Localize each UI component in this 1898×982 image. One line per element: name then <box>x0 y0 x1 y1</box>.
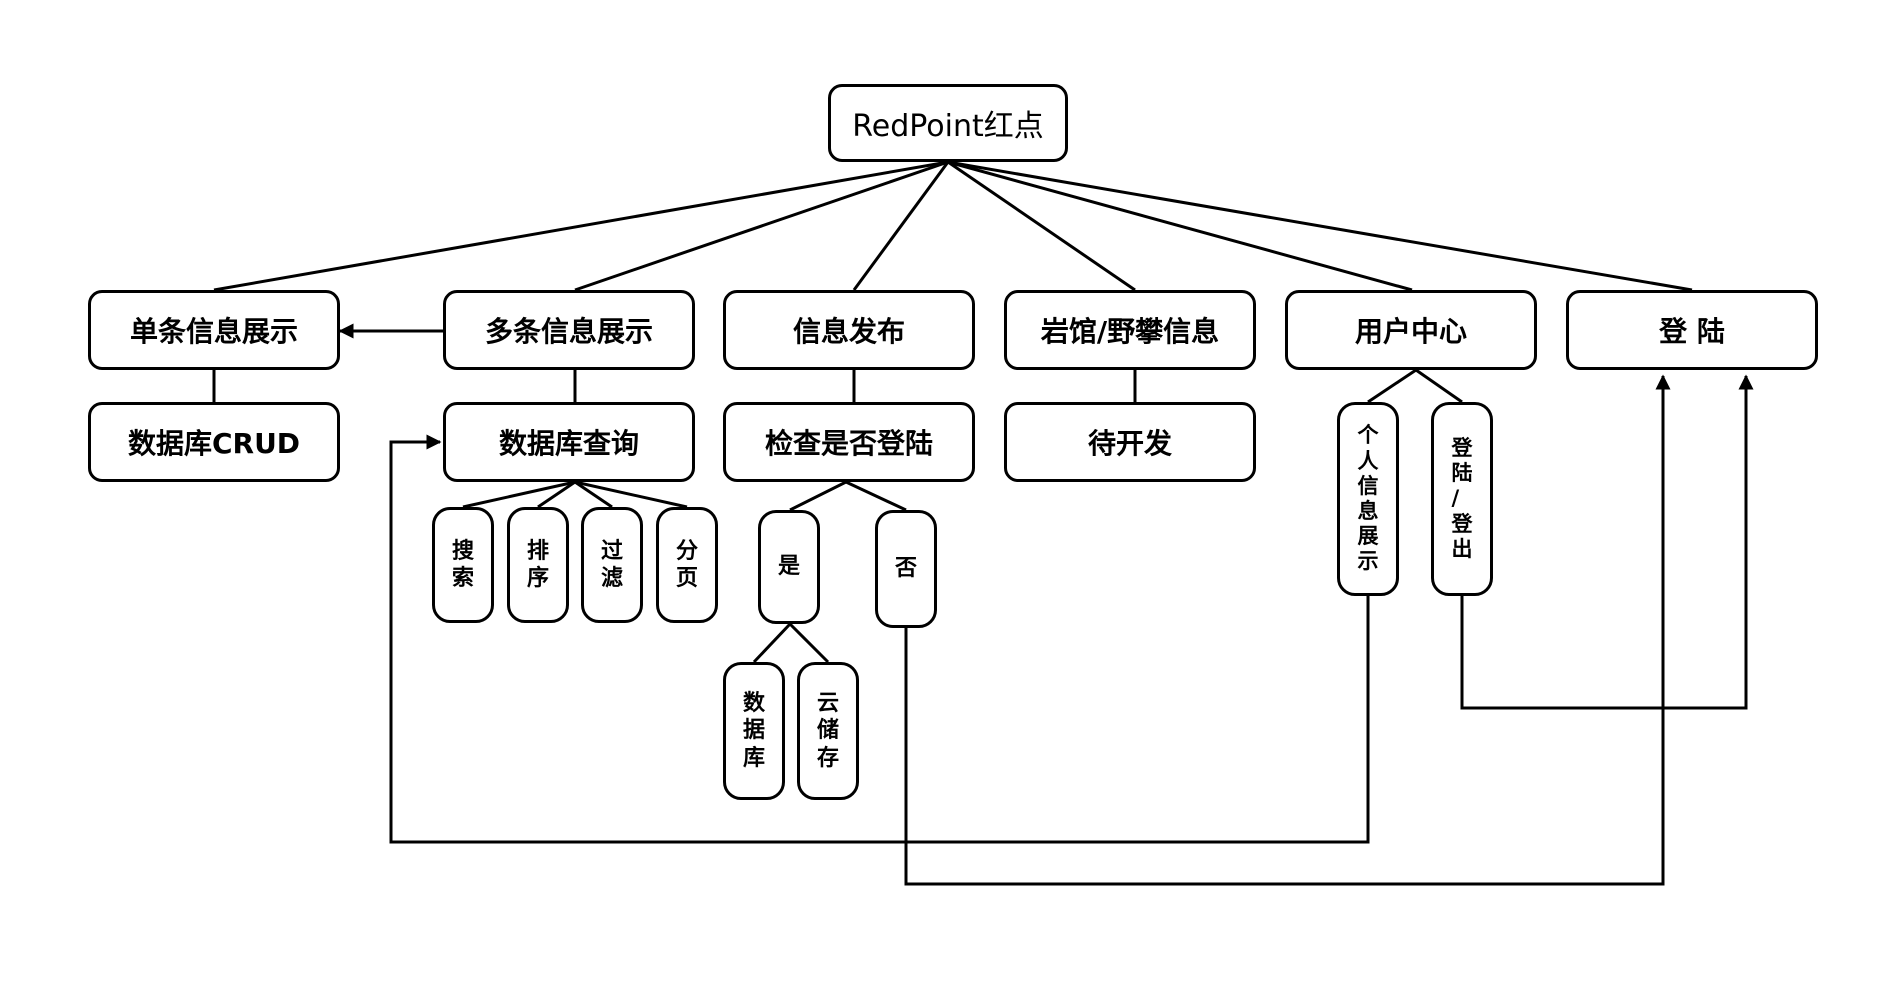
node-paginate: 分 页 <box>656 507 718 623</box>
node-yes: 是 <box>758 510 820 624</box>
node-sort: 排 序 <box>507 507 569 623</box>
mind-map-diagram: RedPoint红点 单条信息展示 多条信息展示 信息发布 岩馆/野攀信息 用户… <box>0 0 1898 982</box>
node-personal-info: 个 人 信 息 展 示 <box>1337 402 1399 596</box>
node-database: 数 据 库 <box>723 662 785 800</box>
node-gym-info: 岩馆/野攀信息 <box>1004 290 1256 370</box>
node-user-center: 用户中心 <box>1285 290 1537 370</box>
root-node: RedPoint红点 <box>828 84 1068 162</box>
node-login: 登 陆 <box>1566 290 1818 370</box>
node-no: 否 <box>875 510 937 628</box>
node-multi-info: 多条信息展示 <box>443 290 695 370</box>
node-search: 搜 索 <box>432 507 494 623</box>
node-login-logout: 登 陆 / 登 出 <box>1431 402 1493 596</box>
node-filter: 过 滤 <box>581 507 643 623</box>
node-cloud-storage: 云 储 存 <box>797 662 859 800</box>
node-publish: 信息发布 <box>723 290 975 370</box>
node-db-crud: 数据库CRUD <box>88 402 340 482</box>
node-single-info: 单条信息展示 <box>88 290 340 370</box>
node-check-login: 检查是否登陆 <box>723 402 975 482</box>
node-db-query: 数据库查询 <box>443 402 695 482</box>
node-todo: 待开发 <box>1004 402 1256 482</box>
